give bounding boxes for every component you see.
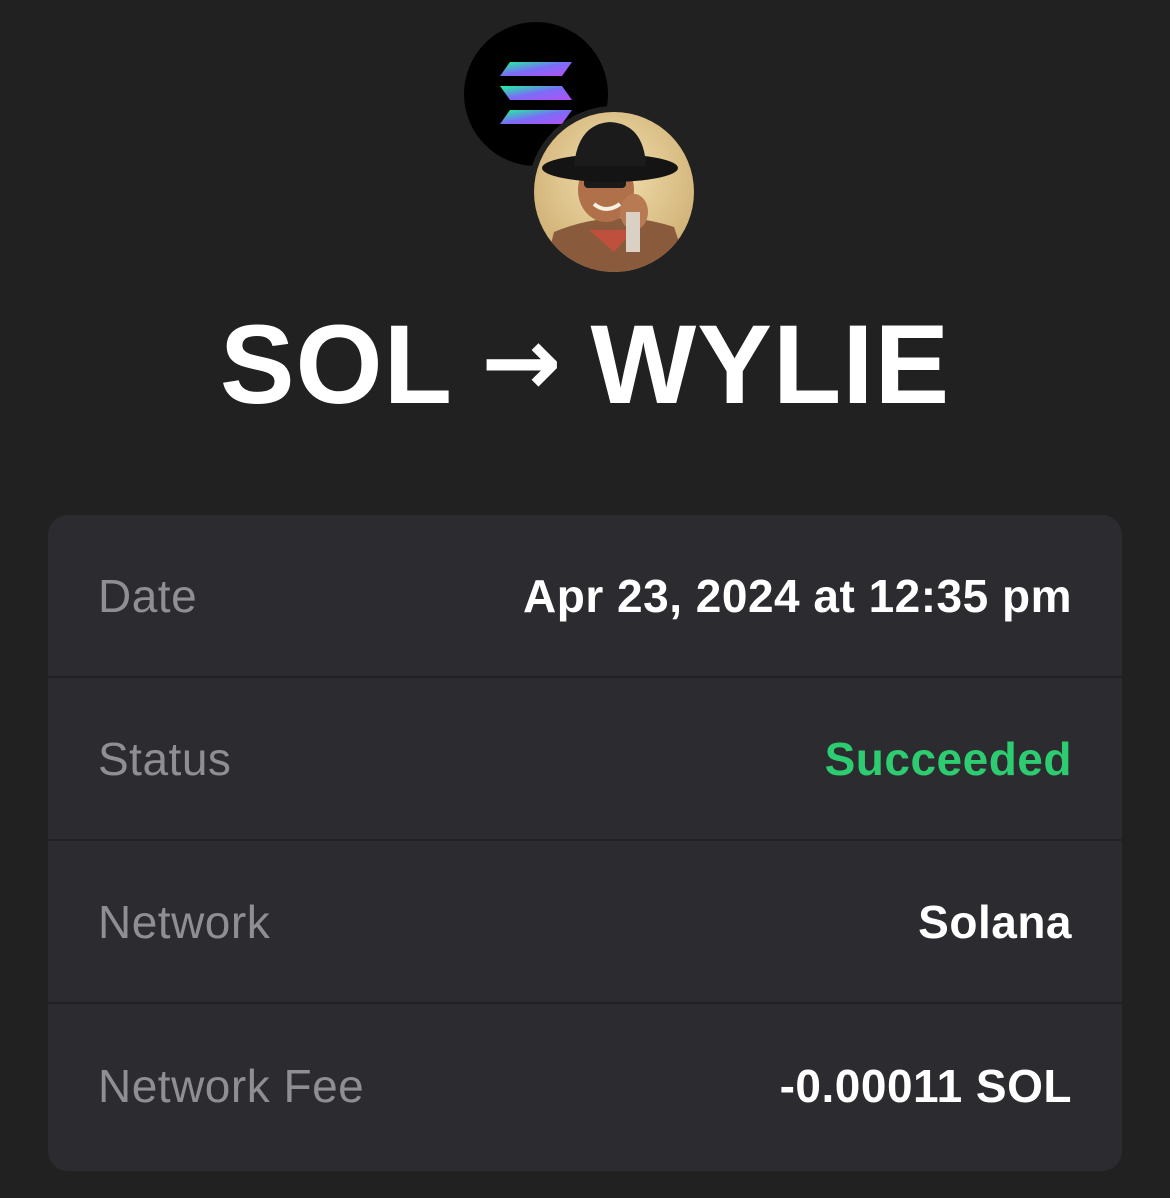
network-value: Solana (918, 895, 1072, 948)
status-value: Succeeded (824, 732, 1072, 785)
detail-row-network-fee: Network Fee -0.00011 SOL (48, 1004, 1122, 1168)
date-value: Apr 23, 2024 at 12:35 pm (523, 569, 1072, 622)
swap-title: SOL → WYLIE (0, 300, 1170, 435)
token-icons (464, 22, 704, 278)
arrow-right-icon: → (481, 306, 563, 418)
detail-row-network: Network Solana (48, 841, 1122, 1004)
wylie-token-avatar (528, 106, 700, 278)
to-token-label: WYLIE (590, 302, 951, 427)
detail-row-status: Status Succeeded (48, 678, 1122, 841)
network-fee-label: Network Fee (98, 1060, 365, 1112)
network-label: Network (98, 895, 271, 948)
date-label: Date (98, 569, 198, 622)
detail-row-date: Date Apr 23, 2024 at 12:35 pm (48, 515, 1122, 678)
network-fee-value: -0.00011 SOL (779, 1060, 1072, 1112)
transaction-details-card: Date Apr 23, 2024 at 12:35 pm Status Suc… (48, 515, 1122, 1171)
status-label: Status (98, 732, 232, 785)
from-token-label: SOL (219, 302, 454, 427)
